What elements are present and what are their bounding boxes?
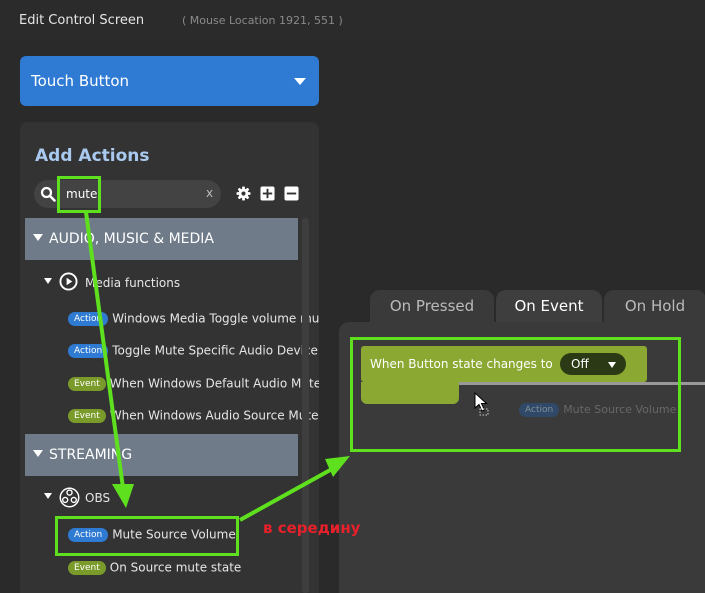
category-label: AUDIO, MUSIC & MEDIA [49, 231, 214, 247]
tab-on-pressed[interactable]: On Pressed [370, 290, 494, 322]
expand-triangle-icon [44, 278, 52, 284]
group-label: OBS [85, 491, 111, 505]
event-badge: Event [68, 408, 106, 423]
tab-on-event[interactable]: On Event [496, 290, 602, 322]
target-highlight-box [350, 337, 681, 452]
event-label: On Source mute state [109, 560, 242, 575]
collapse-all-icon[interactable] [284, 186, 299, 201]
category-streaming[interactable]: STREAMING [25, 434, 298, 476]
search-highlight-box [57, 176, 101, 213]
source-highlight-box [55, 516, 239, 556]
action-item-windows-media-toggle-volume[interactable]: Action Windows Media Toggle volume mu [68, 311, 319, 331]
gear-icon[interactable] [236, 186, 251, 201]
category-audio-music-media[interactable]: AUDIO, MUSIC & MEDIA [25, 218, 298, 260]
group-label: Media functions [85, 276, 181, 290]
chevron-down-icon [294, 78, 306, 85]
expand-triangle-icon [33, 450, 43, 457]
obs-logo-icon [59, 487, 80, 508]
header-bar: Edit Control Screen ( Mouse Location 192… [0, 0, 705, 42]
action-badge: Action [68, 311, 109, 326]
action-item-toggle-mute-specific-audio-device[interactable]: Action Toggle Mute Specific Audio Device [68, 343, 318, 363]
play-circle-icon [59, 272, 78, 291]
event-label: When Windows Audio Source Mute [109, 408, 319, 423]
expand-all-icon[interactable] [260, 186, 275, 201]
mouse-location-readout: ( Mouse Location 1921, 551 ) [182, 14, 343, 27]
tab-on-hold[interactable]: On Hold [604, 290, 705, 322]
event-item-on-source-mute-state[interactable]: Event On Source mute state [68, 560, 241, 580]
device-type-dropdown[interactable]: Touch Button [20, 56, 319, 106]
action-label: Toggle Mute Specific Audio Device [112, 343, 318, 358]
event-badge: Event [68, 560, 106, 575]
expand-triangle-icon [44, 493, 52, 499]
device-type-value: Touch Button [31, 72, 130, 90]
action-label: Windows Media Toggle volume mu [112, 311, 319, 326]
event-item-windows-default-audio-mute[interactable]: Event When Windows Default Audio Mute [68, 376, 319, 396]
annotation-label: в середину [263, 519, 361, 537]
page-title: Edit Control Screen [19, 13, 145, 28]
search-icon [40, 186, 56, 202]
event-item-windows-audio-source-mute[interactable]: Event When Windows Audio Source Mute [68, 408, 318, 428]
event-label: When Windows Default Audio Mute [109, 376, 319, 391]
action-badge: Action [68, 343, 109, 358]
expand-triangle-icon [33, 234, 43, 241]
event-badge: Event [68, 376, 106, 391]
category-label: STREAMING [49, 447, 133, 463]
search-clear-button[interactable]: x [206, 186, 213, 200]
panel-title: Add Actions [35, 146, 150, 166]
